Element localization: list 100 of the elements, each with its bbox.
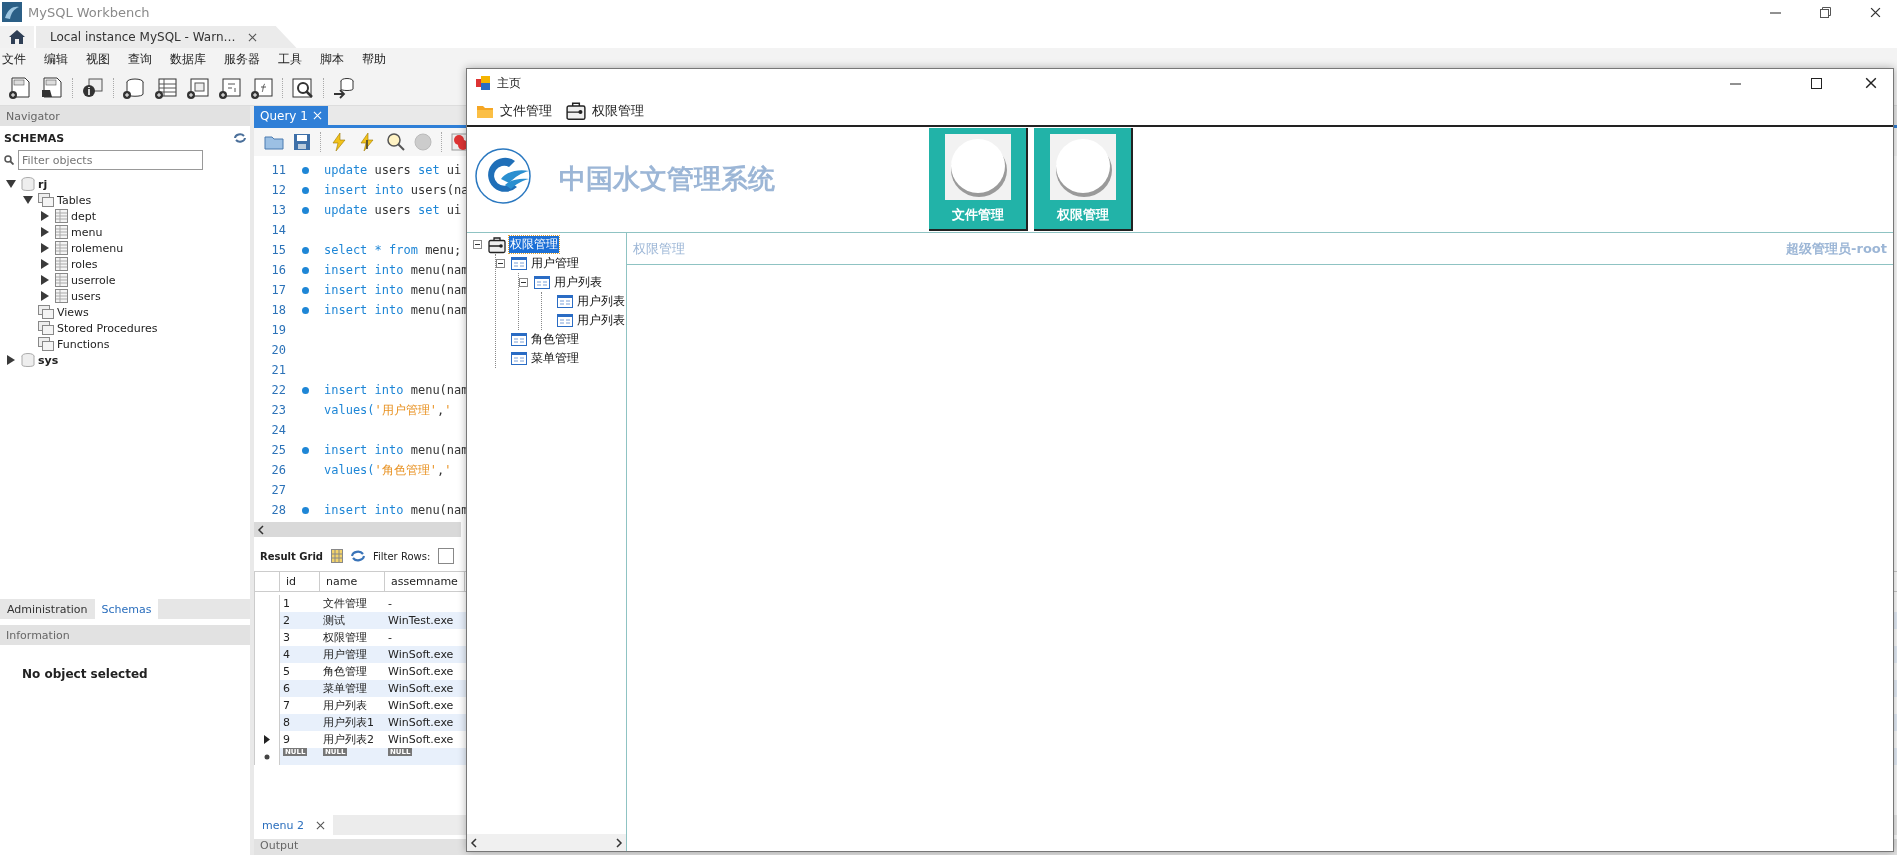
section-title: SCHEMAS [4,131,65,145]
menu-item[interactable]: 查询 [126,50,163,68]
menu-item[interactable]: 工具 [276,50,313,68]
tree-node[interactable]: 菜单管理 [530,350,580,367]
menu-item[interactable]: 编辑 [42,50,79,68]
connection-tab[interactable]: Local instance MySQL - Warn… [36,26,297,48]
collapse-box-icon[interactable] [473,240,482,249]
statement-dot-icon [301,246,309,254]
line-number: 28 [270,503,286,517]
folder-icon [38,305,54,319]
code-line: update users set ui [324,203,462,217]
tree-item[interactable]: Views [57,305,89,319]
close-icon[interactable] [315,820,325,830]
window-icon [557,295,573,308]
home-icon [9,30,25,44]
execute-line-icon[interactable] [357,132,377,152]
panel-tab[interactable]: Schemas [94,599,159,619]
collapse-box-icon[interactable] [519,278,528,287]
table-icon [55,225,68,239]
close-icon[interactable] [1869,6,1881,18]
expand-triangle-icon[interactable] [6,355,16,365]
line-number: 12 [270,183,286,197]
inspector-icon[interactable] [291,75,315,100]
query-tab[interactable]: Query 1 [254,106,328,125]
statement-dot-icon [301,386,309,394]
close-icon[interactable] [1865,77,1877,89]
table-cell-text: 2 [282,613,291,629]
info-icon[interactable] [81,75,105,100]
reconnect-icon[interactable] [332,75,356,100]
column-header: assemname [385,572,465,591]
menu-item[interactable]: 数据库 [168,50,217,68]
filter-field[interactable]: Filter objects [18,150,203,170]
filter-rows-field[interactable] [438,548,455,564]
horizontal-scrollbar[interactable] [467,834,626,851]
table-cell-text: 权限管理 [322,630,368,646]
new-sql-tab-icon[interactable] [8,75,32,100]
tree-node[interactable]: 角色管理 [530,331,580,348]
tree-node[interactable]: 用户列表 [553,274,603,291]
menu-item[interactable]: 视图 [84,50,121,68]
code-line: values('用户管理',' [324,401,452,419]
new-procedure-icon[interactable] [218,75,242,100]
tree-item[interactable]: sys [38,353,59,367]
refresh-icon[interactable] [350,550,365,562]
table-cell-text: WinSoft.exe [387,698,455,714]
new-view-icon[interactable] [186,75,210,100]
scroll-left-icon [257,524,265,535]
result-tab[interactable]: menu 2 [254,815,333,835]
statement-dot-icon [301,206,309,214]
window-icon [534,276,550,289]
tree-item[interactable]: userrole [71,273,116,287]
tree-item[interactable]: Functions [57,337,110,351]
menu-item[interactable]: 脚本 [318,50,355,68]
open-sql-file-icon[interactable] [40,75,64,100]
collapse-box-icon[interactable] [496,259,505,268]
tree-item[interactable]: Tables [57,193,92,207]
refresh-icon[interactable] [234,133,246,143]
menu-item[interactable]: 权限管理 [566,101,644,121]
filter-label: Filter Rows: [372,550,431,562]
tree-node[interactable]: 用户管理 [530,255,580,272]
code-line: insert into menu(nam [324,383,469,397]
window-icon [511,352,527,365]
table-cell-text: WinSoft.exe [387,647,455,663]
tree-item[interactable]: Stored Procedures [57,321,158,335]
tree-node[interactable]: 权限管理 [509,236,559,253]
explain-icon[interactable] [385,132,405,152]
line-number: 26 [270,463,286,477]
table-cell-text: WinTest.exe [387,613,455,629]
tree-node[interactable]: 用户列表 [576,293,626,310]
maximize-icon[interactable] [1810,77,1822,89]
menu-item[interactable]: 服务器 [222,50,271,68]
info-text: No object selected [22,667,148,681]
table-cell-text: 8 [282,715,291,731]
tree-item[interactable]: rolemenu [71,241,124,255]
table-cell-text: 用户列表1 [322,715,375,731]
tree-item[interactable]: menu [71,225,103,239]
table-cell-text: - [387,596,393,612]
tree-item[interactable]: roles [71,257,98,271]
new-function-icon[interactable] [250,75,274,100]
grid-columns-icon[interactable] [330,549,343,563]
tree-item[interactable]: dept [71,209,97,223]
new-table-icon[interactable] [154,75,178,100]
table-cell-text: 7 [282,698,291,714]
menu-item[interactable]: 文件管理 [476,102,552,120]
menu-item[interactable]: 帮助 [360,50,397,68]
save-icon[interactable] [292,132,312,152]
restore-icon[interactable] [1819,6,1831,18]
table-cell-text: 用户列表2 [322,732,375,748]
new-database-icon[interactable] [122,75,146,100]
horizontal-scrollbar[interactable] [254,522,461,537]
table-cell-text: 4 [282,647,291,663]
tree-item[interactable]: rj [38,177,48,191]
result-grid-label: Result Grid [260,550,323,562]
home-button[interactable] [0,26,34,48]
tree-node[interactable]: 用户列表 [576,312,626,329]
tree-item[interactable]: users [71,289,101,303]
line-number: 20 [270,343,286,357]
menu-item[interactable]: 文件 [0,50,37,68]
folder-icon [38,193,54,207]
table-cell-text: 用户管理 [322,647,368,663]
window-title: 主页 [497,74,521,92]
